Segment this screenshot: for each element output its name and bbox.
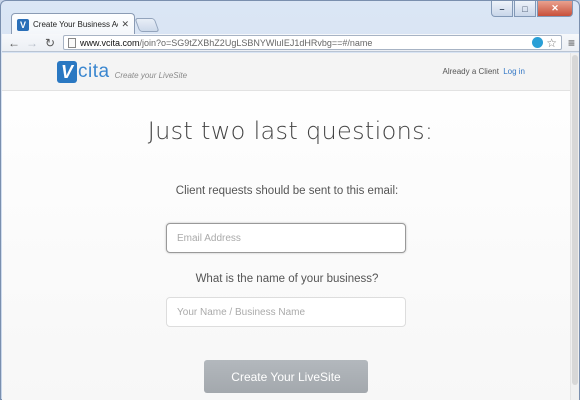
- browser-tab[interactable]: V Create Your Business Acc ✕: [11, 13, 135, 35]
- tab-close-icon[interactable]: ✕: [121, 19, 129, 30]
- logo-tagline: Create your LiveSite: [114, 70, 188, 80]
- business-name-field[interactable]: [166, 297, 406, 327]
- already-client-text: Already a Client: [442, 67, 499, 76]
- url-text: www.vcita.com/join?o=SG9tZXBhZ2UgLSBNYWl…: [80, 38, 528, 48]
- url-host: www.vcita.com: [80, 37, 140, 48]
- site-header: V cita Create your LiveSite Already a Cl…: [2, 53, 579, 91]
- scroll-thumb[interactable]: [572, 55, 578, 385]
- page-content: V cita Create your LiveSite Already a Cl…: [2, 53, 579, 400]
- forward-icon[interactable]: →: [24, 35, 40, 51]
- browser-menu-icon[interactable]: ≡: [568, 36, 575, 50]
- email-question-label: Client requests should be sent to this e…: [175, 185, 399, 197]
- browser-window: – □ ✕ V Create Your Business Acc ✕ ← → ↻…: [0, 0, 580, 400]
- vcita-favicon-icon: V: [17, 18, 29, 31]
- tab-title: Create Your Business Acc: [33, 20, 119, 29]
- bookmark-star-icon[interactable]: ☆: [546, 36, 557, 50]
- business-name-question-label: What is the name of your business?: [195, 273, 379, 285]
- browser-toolbar: ← → ↻ www.vcita.com/join?o=SG9tZXBhZ2UgL…: [2, 34, 579, 52]
- email-field[interactable]: [166, 223, 406, 253]
- new-tab-button[interactable]: [134, 18, 160, 32]
- already-client: Already a Client Log in: [442, 67, 525, 76]
- maximize-button[interactable]: □: [514, 1, 536, 17]
- page-scrollbar[interactable]: [570, 53, 579, 400]
- page-title: Just two last questions:: [147, 117, 434, 145]
- minimize-button[interactable]: –: [491, 1, 513, 17]
- login-link[interactable]: Log in: [503, 67, 525, 76]
- create-livesite-button[interactable]: Create Your LiveSite: [204, 360, 368, 393]
- vcita-logo[interactable]: V cita Create your LiveSite: [57, 61, 187, 83]
- address-bar[interactable]: www.vcita.com/join?o=SG9tZXBhZ2UgLSBNYWl…: [63, 35, 562, 50]
- window-controls: – □ ✕: [491, 1, 573, 17]
- reload-icon[interactable]: ↻: [42, 35, 58, 51]
- logo-text: cita: [78, 61, 110, 82]
- extension-icon[interactable]: [532, 37, 544, 48]
- close-window-button[interactable]: ✕: [537, 1, 573, 17]
- logo-mark-icon: V: [57, 61, 77, 83]
- page-icon: [68, 37, 76, 48]
- back-icon[interactable]: ←: [6, 35, 22, 51]
- url-path: /join?o=SG9tZXBhZ2UgLSBNYWluIEJ1dHRvbg==…: [139, 37, 373, 48]
